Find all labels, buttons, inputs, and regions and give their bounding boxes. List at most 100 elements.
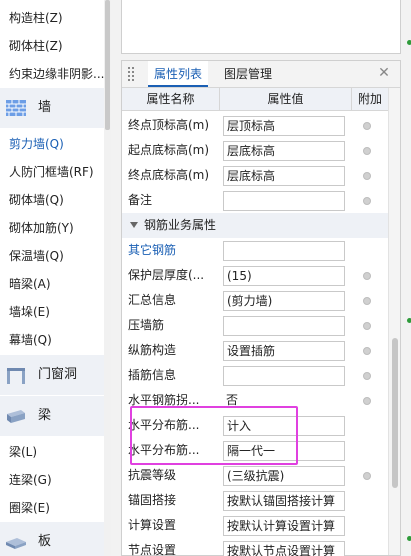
property-value-field[interactable] <box>223 191 345 211</box>
section-label: 钢筋业务属性 <box>144 218 217 232</box>
sidebar-item-masonry-reinforcement[interactable]: 砌体加筋(Y) <box>0 214 111 242</box>
properties-panel: 属性列表 图层管理 ✕ 属性名称 属性值 附加 终点顶标高(m) 层顶标高 起点… <box>121 60 401 556</box>
property-name: 终点顶标高(m) <box>128 118 210 132</box>
property-name-other-rebar[interactable]: 其它钢筋 <box>128 238 218 263</box>
property-row: 终点底标高(m) 层底标高 <box>122 163 388 188</box>
close-icon[interactable]: ✕ <box>376 65 392 81</box>
column-header-name: 属性名称 <box>122 88 220 111</box>
sidebar-item-coupling-beam[interactable]: 连梁(G) <box>0 466 111 494</box>
property-value-field[interactable]: (15) <box>223 266 345 286</box>
right-gutter <box>401 0 411 556</box>
collapse-triangle-icon[interactable] <box>130 222 138 228</box>
add-checkbox[interactable] <box>363 322 371 330</box>
sidebar-item-civil-defense-wall[interactable]: 人防门框墙(RF) <box>0 158 111 186</box>
property-row: 插筋信息 <box>122 363 388 388</box>
property-value-field[interactable]: 按默认节点设置计算 <box>223 541 345 556</box>
sidebar-item-masonry-wall[interactable]: 砌体墙(Q) <box>0 186 111 214</box>
property-row: 备注 <box>122 188 388 213</box>
sidebar-group-label: 门窗洞 <box>38 367 78 382</box>
sidebar-item-edge-member[interactable]: 约束边缘非阴影... <box>0 60 111 88</box>
sidebar-scrollbar-thumb[interactable] <box>105 0 110 130</box>
add-checkbox[interactable] <box>363 372 371 380</box>
property-name: 节点设置 <box>128 543 177 556</box>
tab-property-list[interactable]: 属性列表 <box>148 61 209 87</box>
property-value-field[interactable] <box>223 241 345 261</box>
property-value-field[interactable]: (剪力墙) <box>223 291 345 311</box>
property-row: 节点设置 按默认节点设置计算 <box>122 538 388 556</box>
property-value-field[interactable]: 按默认锚固搭接计算 <box>223 491 345 511</box>
property-row: 起点底标高(m) 层底标高 <box>122 138 388 163</box>
sidebar-item-insulation-wall[interactable]: 保温墙(Q) <box>0 242 111 270</box>
property-value-field[interactable] <box>223 366 345 386</box>
add-checkbox[interactable] <box>363 347 371 355</box>
property-name: 抗震等级 <box>128 468 177 482</box>
property-row: 计算设置 按默认计算设置计算 <box>122 513 388 538</box>
property-row: 锚固搭接 按默认锚固搭接计算 <box>122 488 388 513</box>
column-header-value: 属性值 <box>220 88 352 111</box>
add-checkbox[interactable] <box>363 197 371 205</box>
property-name: 终点底标高(m) <box>128 168 210 182</box>
property-value-field[interactable]: 层底标高 <box>223 141 345 161</box>
property-name: 计算设置 <box>128 518 177 532</box>
property-name: 锚固搭接 <box>128 493 177 507</box>
sidebar-item-masonry-column[interactable]: 砌体柱(Z) <box>0 32 111 60</box>
snap-marker-icon <box>407 318 411 323</box>
add-checkbox[interactable] <box>363 147 371 155</box>
sidebar-group-door-window[interactable]: 门窗洞 <box>0 355 111 395</box>
property-name: 备注 <box>128 193 153 207</box>
door-window-icon <box>7 368 25 384</box>
sidebar-group-label: 梁 <box>38 408 52 423</box>
add-checkbox[interactable] <box>363 297 371 305</box>
sidebar-scrollbar[interactable] <box>104 0 111 556</box>
sidebar-group-label: 板 <box>38 534 52 549</box>
property-grid-scrollbar[interactable] <box>388 88 400 555</box>
sidebar-group-label: 墙 <box>38 100 52 115</box>
property-value-field[interactable]: 按默认计算设置计算 <box>223 516 345 536</box>
property-name: 保护层厚度(... <box>128 268 205 282</box>
add-checkbox[interactable] <box>363 172 371 180</box>
sidebar-item-ring-beam[interactable]: 圈梁(E) <box>0 494 111 522</box>
drag-grip-icon[interactable] <box>128 67 134 81</box>
property-row: 压墙筋 <box>122 313 388 338</box>
property-value-field[interactable]: 层顶标高 <box>223 116 345 136</box>
sidebar-item-curtain-wall[interactable]: 幕墙(Q) <box>0 326 111 354</box>
add-checkbox[interactable] <box>363 272 371 280</box>
add-checkbox[interactable] <box>363 122 371 130</box>
property-row: 终点顶标高(m) 层顶标高 <box>122 113 388 138</box>
property-name: 插筋信息 <box>128 368 177 382</box>
property-name: 起点底标高(m) <box>128 143 210 157</box>
tab-layer-manager[interactable]: 图层管理 <box>218 61 278 87</box>
section-rebar-properties[interactable]: 钢筋业务属性 <box>122 213 388 238</box>
snap-marker-icon <box>407 40 411 45</box>
property-name: 压墙筋 <box>128 318 165 332</box>
sidebar-item-wall-pier[interactable]: 墙垛(E) <box>0 298 111 326</box>
property-row: 保护层厚度(... (15) <box>122 263 388 288</box>
sidebar-item-constructional-column[interactable]: 构造柱(Z) <box>0 4 111 32</box>
property-row: 其它钢筋 <box>122 238 388 263</box>
property-grid-scrollbar-thumb[interactable] <box>392 338 398 488</box>
panel-splitter[interactable] <box>111 0 121 556</box>
property-name: 汇总信息 <box>128 293 177 307</box>
slab-icon <box>6 538 26 549</box>
sidebar-item-beam[interactable]: 梁(L) <box>0 438 111 466</box>
wall-brick-icon <box>6 100 26 116</box>
property-row: 汇总信息 (剪力墙) <box>122 288 388 313</box>
sidebar-item-shear-wall[interactable]: 剪力墙(Q) <box>0 130 111 158</box>
sidebar-group-beam[interactable]: 梁 <box>0 396 111 436</box>
sidebar-group-slab[interactable]: 板 <box>0 522 111 556</box>
annotation-highlight-box <box>130 406 298 465</box>
property-value-field[interactable]: 设置插筋 <box>223 341 345 361</box>
sidebar-group-wall[interactable]: 墙 <box>0 88 111 128</box>
add-checkbox[interactable] <box>363 397 371 405</box>
property-row: 纵筋构造 设置插筋 <box>122 338 388 363</box>
snap-marker-icon <box>407 536 411 541</box>
property-value-field[interactable] <box>223 316 345 336</box>
property-value-field[interactable]: (三级抗震) <box>223 466 345 486</box>
property-value-field[interactable]: 层底标高 <box>223 166 345 186</box>
component-tree-sidebar: 构造柱(Z) 砌体柱(Z) 约束边缘非阴影... 墙 剪力墙(Q) 人防门框墙(… <box>0 0 111 556</box>
beam-icon <box>7 410 25 423</box>
add-checkbox[interactable] <box>363 472 371 480</box>
panel-tabbar: 属性列表 图层管理 ✕ <box>122 61 400 88</box>
sidebar-item-hidden-beam[interactable]: 暗梁(A) <box>0 270 111 298</box>
property-grid: 终点顶标高(m) 层顶标高 起点底标高(m) 层底标高 终点底标高(m) 层底标… <box>122 111 388 556</box>
